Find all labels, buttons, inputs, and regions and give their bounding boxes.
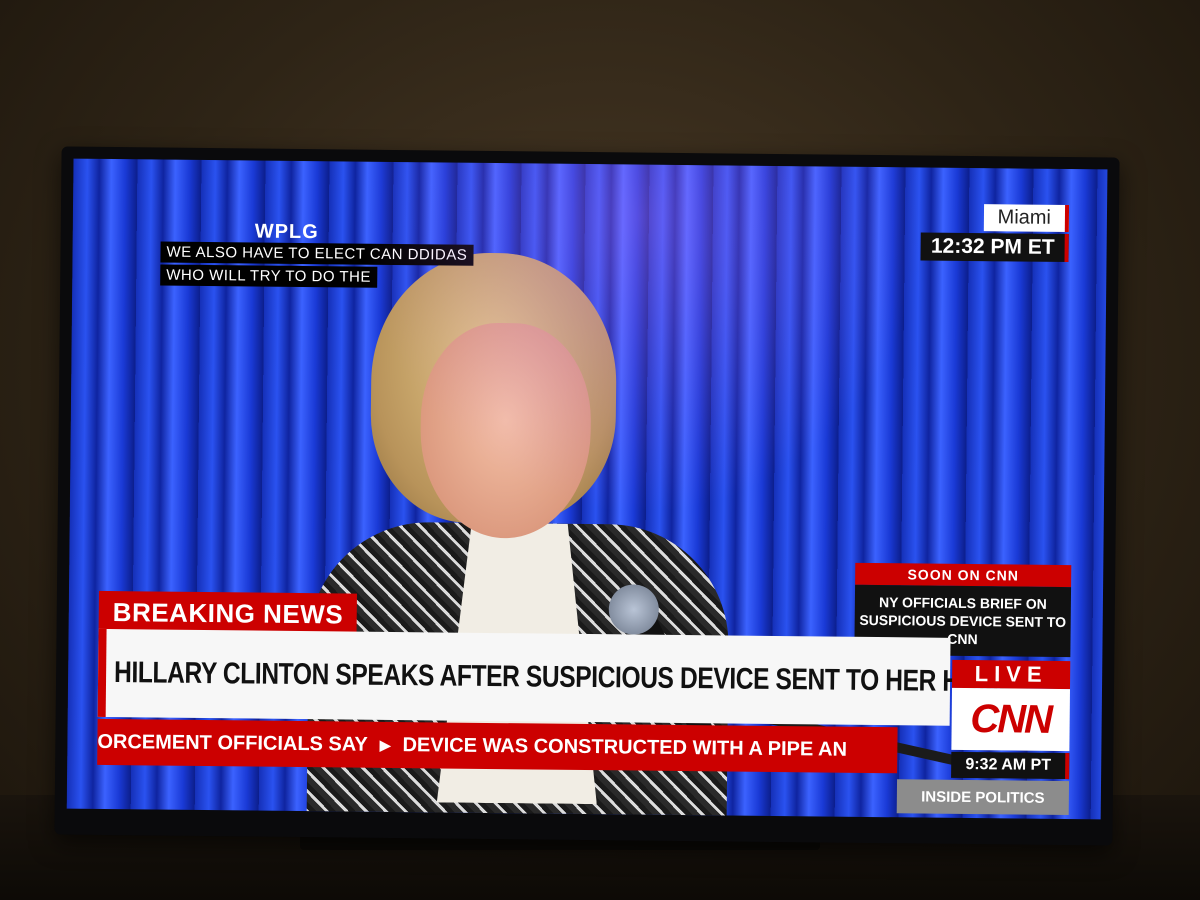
ticker-item-1: ORCEMENT OFFICIALS SAY xyxy=(97,730,368,756)
location-city: Miami xyxy=(983,204,1070,233)
show-name: INSIDE POLITICS xyxy=(896,779,1070,816)
station-watermark: WPLG xyxy=(254,220,319,244)
soon-line-1: NY OFFICIALS BRIEF ON xyxy=(878,594,1047,612)
caption-line-1: WE ALSO HAVE TO ELECT CAN DDIDAS xyxy=(160,241,474,266)
caption-line-2: WHO WILL TRY TO DO THE xyxy=(160,264,378,288)
closed-caption: WE ALSO HAVE TO ELECT CAN DDIDAS WHO WIL… xyxy=(160,241,474,291)
location-time-value: 12:32 PM ET xyxy=(920,232,1069,263)
ticker-item-2: DEVICE WAS CONSTRUCTED WITH A PIPE AN xyxy=(402,733,848,761)
live-label: LIVE xyxy=(952,659,1071,690)
headline-bar: HILLARY CLINTON SPEAKS AFTER SUSPICIOUS … xyxy=(97,628,1015,726)
soon-label: SOON ON CNN xyxy=(855,562,1072,588)
location-time: Miami 12:32 PM ET xyxy=(920,203,1070,263)
headline-text: HILLARY CLINTON SPEAKS AFTER SUSPICIOUS … xyxy=(113,656,1015,699)
network-bug: LIVE CNN 9:32 AM PT xyxy=(951,659,1071,780)
news-ticker: ORCEMENT OFFICIALS SAY ▶ DEVICE WAS CONS… xyxy=(97,718,898,774)
tv-screen: WPLG WE ALSO HAVE TO ELECT CAN DDIDAS WH… xyxy=(66,158,1108,820)
cnn-logo: CNN xyxy=(951,687,1071,752)
television: WPLG WE ALSO HAVE TO ELECT CAN DDIDAS WH… xyxy=(54,146,1120,846)
microphone-head xyxy=(608,584,660,635)
ticker-separator-icon: ▶ xyxy=(379,736,391,753)
pacific-time: 9:32 AM PT xyxy=(951,751,1070,780)
